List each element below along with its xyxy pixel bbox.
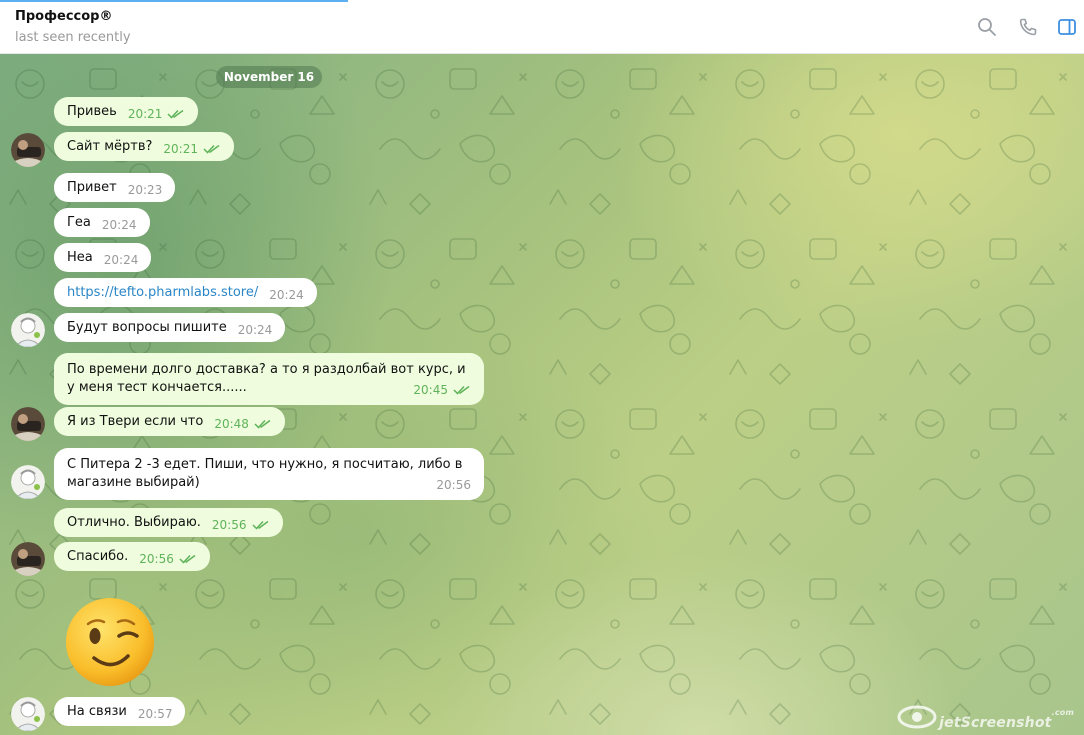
message-meta: 20:45 bbox=[413, 381, 471, 399]
message-text: Я из Твери если что bbox=[67, 414, 204, 429]
message-meta: 20:57 bbox=[138, 707, 173, 721]
double-check-icon bbox=[251, 520, 268, 530]
loading-progress-bar bbox=[0, 0, 348, 2]
message-bubble[interactable]: Неа 20:24 bbox=[54, 243, 152, 272]
avatar[interactable] bbox=[11, 465, 45, 499]
last-seen-status: last seen recently bbox=[15, 30, 131, 45]
watermark-suffix: .com bbox=[1051, 708, 1074, 717]
message-text: Привеь bbox=[67, 104, 117, 119]
message-time: 20:21 bbox=[127, 107, 163, 121]
message-text: Отлично. Выбираю. bbox=[67, 515, 201, 530]
search-icon[interactable] bbox=[974, 14, 1000, 40]
message-link[interactable]: https://tefto.pharmlabs.store/ bbox=[67, 285, 258, 300]
message-meta: 20:56 bbox=[212, 518, 270, 532]
message-text: По времени долго доставка? а то я раздол… bbox=[67, 362, 466, 395]
message-bubble[interactable]: По времени долго доставка? а то я раздол… bbox=[54, 353, 484, 405]
double-check-icon bbox=[453, 385, 470, 395]
jetscreenshot-logo-icon bbox=[897, 705, 937, 729]
message-bubble[interactable]: https://tefto.pharmlabs.store/20:24 bbox=[54, 278, 317, 307]
message-bubble[interactable]: Привеь 20:21 bbox=[54, 97, 199, 126]
message-bubble[interactable]: Сайт мёртв? 20:21 bbox=[54, 132, 234, 161]
message-bubble[interactable]: С Питера 2 -3 едет. Пиши, что нужно, я п… bbox=[54, 448, 484, 500]
message-meta: 20:56 bbox=[436, 476, 471, 494]
message-bubble[interactable]: На связи 20:57 bbox=[54, 697, 186, 726]
message-bubble[interactable]: Я из Твери если что 20:48 bbox=[54, 407, 285, 436]
chat-area[interactable]: November 16 Привеь 20:21 Сайт мёртв? 20:21… bbox=[0, 54, 1084, 735]
message-time: 20:45 bbox=[413, 383, 448, 397]
sidebar-toggle-icon[interactable] bbox=[1054, 14, 1080, 40]
message-time: 20:21 bbox=[163, 142, 198, 156]
avatar[interactable] bbox=[11, 697, 45, 731]
watermark-text: jetScreenshot bbox=[939, 715, 1052, 731]
message-meta: 20:21 bbox=[163, 142, 221, 156]
double-check-icon bbox=[179, 554, 196, 564]
double-check-icon bbox=[167, 109, 184, 119]
message-meta: 20:24 bbox=[102, 218, 137, 232]
message-text: Сайт мёртв? bbox=[67, 139, 153, 154]
avatar[interactable] bbox=[11, 313, 45, 347]
message-meta: 20:48 bbox=[214, 417, 272, 431]
message-bubble[interactable]: Геа 20:24 bbox=[54, 208, 150, 237]
message-bubble[interactable]: Привет 20:23 bbox=[54, 173, 176, 202]
message-time: 20:24 bbox=[101, 218, 137, 232]
message-meta: 20:21 bbox=[128, 107, 186, 121]
message-time: 20:24 bbox=[103, 253, 139, 267]
message-time: 20:24 bbox=[269, 288, 304, 302]
message-bubble[interactable]: Спасибо. 20:56 bbox=[54, 542, 210, 571]
message-meta: 20:24 bbox=[269, 288, 304, 302]
message-time: 20:48 bbox=[214, 417, 249, 431]
double-check-icon bbox=[203, 144, 220, 154]
date-separator: November 16 bbox=[216, 66, 322, 88]
message-meta: 20:56 bbox=[139, 552, 197, 566]
message-text: На связи bbox=[67, 704, 127, 719]
winking-face-emoji-sticker[interactable] bbox=[64, 596, 156, 688]
avatar[interactable] bbox=[11, 407, 45, 441]
chat-title[interactable]: Профессор® bbox=[15, 9, 112, 24]
message-text: Неа bbox=[67, 250, 93, 265]
avatar[interactable] bbox=[11, 542, 45, 576]
message-meta: 20:24 bbox=[238, 323, 273, 337]
message-time: 20:56 bbox=[211, 518, 247, 532]
watermark: jetScreenshot .com bbox=[895, 701, 1074, 731]
double-check-icon bbox=[254, 419, 271, 429]
message-meta: 20:23 bbox=[128, 183, 163, 197]
message-text: С Питера 2 -3 едет. Пиши, что нужно, я п… bbox=[67, 457, 463, 490]
message-time: 20:23 bbox=[127, 183, 163, 197]
message-time: 20:57 bbox=[137, 707, 173, 721]
message-time: 20:24 bbox=[237, 323, 273, 337]
message-text: Привет bbox=[67, 180, 117, 195]
message-bubble[interactable]: Отлично. Выбираю. 20:56 bbox=[54, 508, 283, 537]
message-text: Спасибо. bbox=[67, 549, 129, 564]
chat-header: Профессор® last seen recently bbox=[0, 0, 1084, 54]
avatar[interactable] bbox=[11, 133, 45, 167]
message-text: Будут вопросы пишите bbox=[67, 320, 227, 335]
message-time: 20:56 bbox=[436, 478, 471, 492]
message-meta: 20:24 bbox=[104, 253, 139, 267]
message-bubble[interactable]: Будут вопросы пишите 20:24 bbox=[54, 313, 286, 342]
message-time: 20:56 bbox=[139, 552, 174, 566]
phone-icon[interactable] bbox=[1015, 14, 1041, 40]
message-text: Геа bbox=[67, 215, 91, 230]
